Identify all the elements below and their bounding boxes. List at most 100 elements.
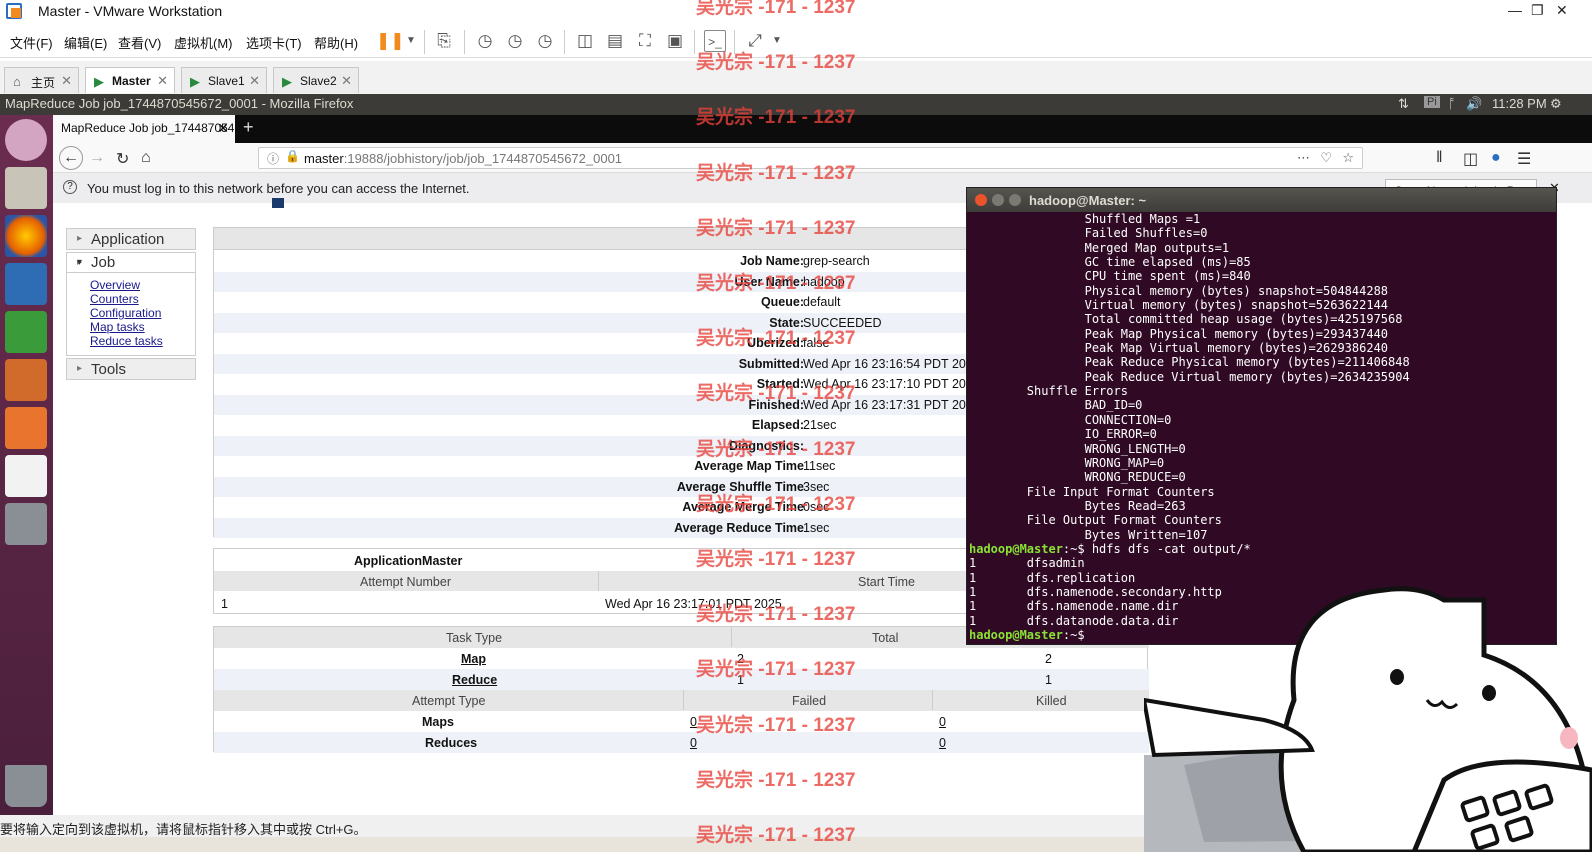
revert-snapshot-icon[interactable]: ◷ <box>504 30 526 52</box>
vm-icon: ▶ <box>190 74 200 89</box>
keyboard-layout-indicator[interactable]: Pi <box>1424 96 1440 108</box>
home-icon[interactable]: ⌂ <box>141 149 151 167</box>
failed-maps-link[interactable]: 0 <box>690 715 697 729</box>
impress-icon[interactable] <box>5 359 47 401</box>
ubuntu-top-bar: MapReduce Job job_1744870545672_0001 - M… <box>0 94 1592 115</box>
killed-maps-link[interactable]: 0 <box>939 715 946 729</box>
chevron-down-icon[interactable]: ▼ <box>766 30 788 52</box>
menu-vm[interactable]: 虚拟机(M) <box>174 33 233 52</box>
info-icon[interactable]: ⓘ <box>267 150 279 167</box>
tab-master[interactable]: ▶ Master ✕ <box>85 67 175 93</box>
network-icon[interactable]: ⇅ <box>1398 96 1409 112</box>
map-tasks-link[interactable]: Map <box>461 652 486 666</box>
vmware-bottom-strip <box>0 837 1144 852</box>
link-map-tasks[interactable]: Map tasks <box>90 320 145 334</box>
tools-section[interactable]: Tools <box>66 358 196 380</box>
bookmark-star-icon[interactable]: ☆ <box>1342 150 1354 166</box>
table-row: User Name: hadoop <box>214 271 994 292</box>
close-icon[interactable]: ✕ <box>249 73 260 89</box>
maximize-icon[interactable] <box>1009 194 1021 206</box>
software-center-icon[interactable] <box>5 407 47 449</box>
tab-mapreduce-job[interactable]: MapReduce Job job_1744870545672_0001 ✕ <box>53 115 235 143</box>
menu-tabs[interactable]: 选项卡(T) <box>246 33 302 52</box>
chevron-down-icon[interactable]: ▼ <box>400 30 422 52</box>
table-row: Started: Wed Apr 16 23:17:10 PDT 2025 <box>214 374 994 395</box>
info-value: Wed Apr 16 23:17:31 PDT 2025 <box>803 397 980 412</box>
reload-icon[interactable]: ↻ <box>116 149 129 169</box>
table-row: Map 2 2 <box>214 648 1149 669</box>
terminal-line: CONNECTION=0 <box>969 412 1172 427</box>
back-icon[interactable]: ← <box>59 146 83 170</box>
forward-icon[interactable]: → <box>89 149 105 167</box>
tab-slave2[interactable]: ▶ Slave2 ✕ <box>273 67 359 93</box>
close-icon[interactable]: ✕ <box>217 120 229 137</box>
stretch-icon[interactable]: ⤢ <box>744 30 766 52</box>
reduce-tasks-link[interactable]: Reduce <box>452 673 497 687</box>
bluetooth-icon[interactable]: ᚩ <box>1448 96 1456 111</box>
dash-icon[interactable] <box>5 119 47 161</box>
pocket-icon[interactable]: ♡ <box>1320 150 1332 166</box>
thumbnail-view-icon[interactable]: ▤ <box>604 30 626 52</box>
link-overview[interactable]: Overview <box>90 278 140 292</box>
failed-reduces-link[interactable]: 0 <box>690 736 697 750</box>
pause-icon[interactable]: ❚❚ <box>376 30 405 52</box>
menu-file[interactable]: 文件(F) <box>10 33 53 52</box>
close-icon[interactable]: ✕ <box>61 73 72 89</box>
terminal-line: Total committed heap usage (bytes)=42519… <box>969 312 1403 327</box>
unity-icon[interactable]: ▣ <box>664 30 686 52</box>
link-reduce-tasks[interactable]: Reduce tasks <box>90 334 163 348</box>
hamburger-menu-icon[interactable]: ☰ <box>1517 149 1531 169</box>
settings-icon[interactable] <box>5 503 47 545</box>
menu-view[interactable]: 查看(V) <box>118 33 161 52</box>
url-bar[interactable]: ⓘ 🔒 master:19888/jobhistory/job/job_1744… <box>258 147 1363 169</box>
job-section-header[interactable]: Job <box>67 253 195 273</box>
clock[interactable]: 11:28 PM <box>1492 96 1547 111</box>
tab-label: Slave1 <box>208 74 245 88</box>
terminal-command-line: hadoop@Master:~$ hdfs dfs -cat output/* <box>969 542 1556 556</box>
terminal-command: hdfs dfs -cat output/* <box>1091 541 1251 556</box>
fullscreen-icon[interactable]: ⛶ <box>634 30 656 52</box>
terminal-prompt: hadoop@Master <box>969 541 1063 556</box>
gear-icon[interactable]: ⚙ <box>1550 96 1562 112</box>
link-configuration[interactable]: Configuration <box>90 306 161 320</box>
firefox-icon[interactable] <box>5 215 47 257</box>
close-icon[interactable]: ✕ <box>341 73 352 89</box>
info-key: Average Map Time <box>694 459 804 473</box>
library-icon[interactable]: ‖ <box>1436 149 1443 167</box>
send-keys-icon[interactable]: ⎘ <box>433 30 455 52</box>
page-actions-icon[interactable]: ⋯ <box>1297 150 1310 166</box>
link-counters[interactable]: Counters <box>90 292 139 306</box>
minimize-icon[interactable]: — <box>1508 2 1522 18</box>
menu-help[interactable]: 帮助(H) <box>314 33 358 52</box>
application-section[interactable]: Application <box>66 228 196 250</box>
volume-icon[interactable]: 🔊 <box>1466 96 1482 112</box>
snapshot-icon[interactable]: ◷ <box>474 30 496 52</box>
files-icon[interactable] <box>5 167 47 209</box>
account-icon[interactable]: ● <box>1491 149 1501 167</box>
terminal-title: hadoop@Master: ~ <box>1029 193 1147 208</box>
terminal-title-bar[interactable]: hadoop@Master: ~ <box>967 188 1556 212</box>
amazon-icon[interactable] <box>5 455 47 497</box>
sidebar-icon[interactable]: ◫ <box>1463 149 1478 169</box>
restore-icon[interactable]: ❐ <box>1531 2 1544 19</box>
menu-edit[interactable]: 编辑(E) <box>64 33 107 52</box>
minimize-icon[interactable] <box>992 194 1004 206</box>
new-tab-icon[interactable]: + <box>243 117 254 138</box>
tab-home[interactable]: ⌂ 主页 ✕ <box>4 67 79 93</box>
info-value: default <box>803 295 841 309</box>
snapshot-manager-icon[interactable]: ◷ <box>534 30 556 52</box>
table-row: Submitted: Wed Apr 16 23:16:54 PDT 2025 <box>214 353 994 374</box>
tab-slave1[interactable]: ▶ Slave1 ✕ <box>181 67 267 93</box>
console-icon[interactable]: >_ <box>704 30 726 52</box>
terminal-prompt-suffix: :~$ <box>1062 541 1092 556</box>
close-icon[interactable] <box>975 194 987 206</box>
trash-icon[interactable] <box>5 765 47 807</box>
calc-icon[interactable] <box>5 311 47 353</box>
sidebar-view-icon[interactable]: ◫ <box>574 30 596 52</box>
close-icon[interactable]: ✕ <box>157 73 168 89</box>
terminal-window[interactable]: hadoop@Master: ~ Shuffled Maps =1 Failed… <box>966 187 1557 645</box>
killed-reduces-link[interactable]: 0 <box>939 736 946 750</box>
close-icon[interactable]: ✕ <box>1556 2 1568 19</box>
active-window-title: MapReduce Job job_1744870545672_0001 - M… <box>5 96 354 111</box>
writer-icon[interactable] <box>5 263 47 305</box>
